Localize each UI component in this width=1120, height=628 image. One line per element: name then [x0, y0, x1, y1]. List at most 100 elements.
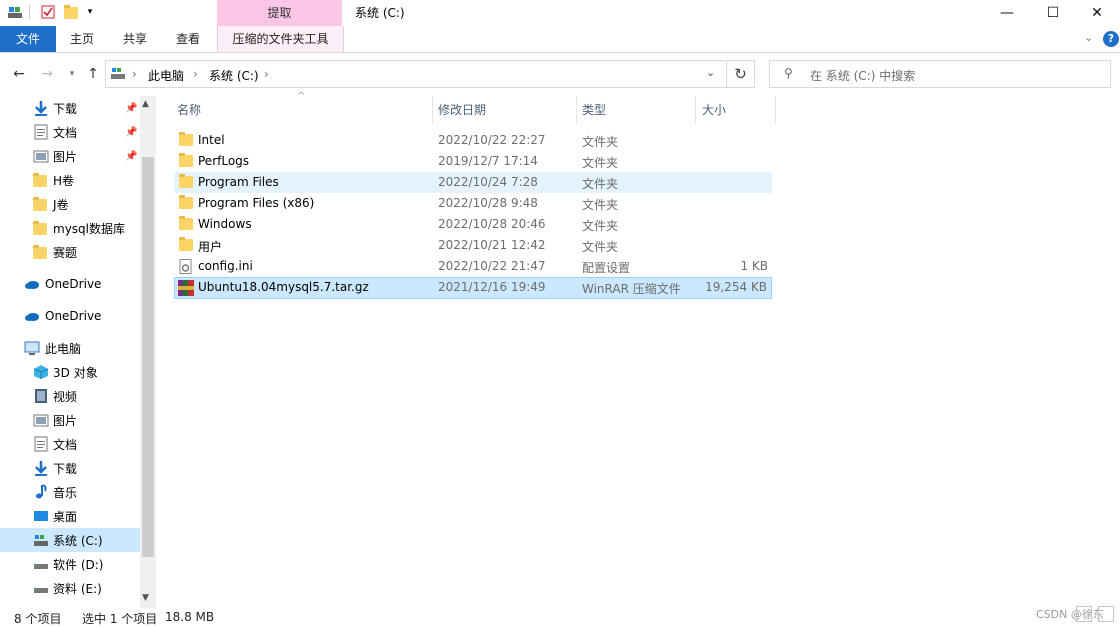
refresh-icon[interactable]: ↻	[727, 60, 755, 88]
nav-item-3d-objects[interactable]: 3D 对象	[0, 360, 140, 384]
breadcrumb-separator-icon: ›	[132, 67, 137, 81]
file-row-config-ini[interactable]: config.ini 2022/10/22 21:47 配置设置 1 KB	[174, 256, 772, 277]
back-arrow-icon[interactable]: ←	[10, 64, 28, 84]
new-folder-icon[interactable]	[63, 4, 79, 20]
onedrive-cloud-icon	[24, 276, 40, 292]
document-icon	[33, 436, 49, 452]
nav-item-documents-pc[interactable]: 文档	[0, 432, 140, 456]
tab-file[interactable]: 文件	[0, 26, 56, 52]
folder-icon	[179, 153, 193, 168]
file-row-intel[interactable]: Intel 2022/10/22 22:27 文件夹	[174, 130, 772, 151]
pin-icon[interactable]: 📌	[125, 103, 137, 114]
config-file-icon	[179, 259, 193, 274]
customize-quick-access-icon[interactable]: ▾	[82, 4, 98, 20]
breadcrumb-system-c[interactable]: 系统 (C:)	[209, 67, 259, 84]
tab-view[interactable]: 查看	[166, 26, 210, 52]
nav-item-desktop[interactable]: 桌面	[0, 504, 140, 528]
nav-item-videos[interactable]: 视频	[0, 384, 140, 408]
status-item-count: 8 个项目	[14, 612, 62, 626]
picture-icon	[33, 148, 49, 164]
nav-item-system-c[interactable]: 系统 (C:)	[0, 528, 140, 552]
up-arrow-icon[interactable]: ↑	[84, 64, 102, 84]
scroll-down-icon[interactable]: ▼	[142, 593, 149, 603]
document-icon	[33, 124, 49, 140]
breadcrumb-separator-icon: ›	[193, 67, 198, 81]
search-icon: ⚲	[784, 66, 793, 80]
file-row-perflogs[interactable]: PerfLogs 2019/12/7 17:14 文件夹	[174, 151, 772, 172]
file-row-windows[interactable]: Windows 2022/10/28 20:46 文件夹	[174, 214, 772, 235]
nav-item-downloads[interactable]: 下载 📌	[0, 96, 140, 120]
nav-item-pictures-pc[interactable]: 图片	[0, 408, 140, 432]
tab-home[interactable]: 主页	[60, 26, 104, 52]
nav-item-mysql-db[interactable]: mysql数据库	[0, 216, 140, 240]
nav-item-onedrive[interactable]: OneDrive	[0, 272, 140, 296]
nav-item-h-volume[interactable]: H卷	[0, 168, 140, 192]
picture-icon	[33, 412, 49, 428]
forward-arrow-icon[interactable]: →	[38, 64, 56, 84]
column-divider[interactable]	[432, 96, 433, 124]
close-button[interactable]: ✕	[1074, 0, 1120, 26]
properties-icon[interactable]	[40, 4, 56, 20]
folder-icon	[33, 172, 49, 188]
nav-item-software-d[interactable]: 软件 (D:)	[0, 552, 140, 576]
title-bar	[0, 0, 1120, 26]
folder-icon	[179, 195, 193, 210]
breadcrumb-separator-icon: ›	[264, 67, 269, 81]
large-icons-view-icon[interactable]	[1098, 606, 1114, 622]
nav-item-music[interactable]: 音乐	[0, 480, 140, 504]
explorer-app-icon[interactable]	[7, 4, 23, 20]
address-dropdown-icon[interactable]: ⌄	[706, 66, 715, 79]
column-header-type[interactable]: 类型	[582, 96, 606, 124]
nav-item-downloads-pc[interactable]: 下载	[0, 456, 140, 480]
column-divider[interactable]	[775, 96, 776, 124]
search-input-placeholder[interactable]: 在 系统 (C:) 中搜索	[810, 67, 915, 84]
context-group-extract: 提取	[217, 0, 342, 26]
onedrive-cloud-icon	[24, 308, 40, 324]
watermark: CSDN @徐东	[1036, 608, 1104, 621]
nav-item-j-volume[interactable]: J卷	[0, 192, 140, 216]
scrollbar-thumb[interactable]	[142, 157, 154, 557]
minimize-button[interactable]: —	[984, 0, 1030, 26]
recent-locations-icon[interactable]: ▾	[63, 64, 81, 84]
drive-icon	[33, 532, 49, 548]
file-row-users[interactable]: 用户 2022/10/21 12:42 文件夹	[174, 235, 772, 256]
column-header-name[interactable]: 名称	[177, 96, 201, 124]
nav-item-this-pc[interactable]: 此电脑	[0, 336, 140, 360]
search-box[interactable]: ⚲ 在 系统 (C:) 中搜索	[769, 60, 1111, 88]
details-view-icon[interactable]	[1076, 606, 1092, 622]
download-icon	[33, 460, 49, 476]
folder-icon	[33, 220, 49, 236]
nav-item-onedrive-2[interactable]: OneDrive	[0, 304, 140, 328]
scroll-up-icon[interactable]: ▲	[142, 99, 149, 109]
tab-compressed-folder-tools[interactable]: 压缩的文件夹工具	[217, 26, 344, 52]
folder-icon	[33, 244, 49, 260]
address-bar[interactable]: › 此电脑 › 系统 (C:) › ⌄	[105, 60, 727, 88]
column-divider[interactable]	[576, 96, 577, 124]
breadcrumb-this-pc[interactable]: 此电脑	[148, 67, 184, 84]
maximize-button[interactable]: ☐	[1030, 0, 1076, 26]
tab-share[interactable]: 共享	[113, 26, 157, 52]
computer-icon	[24, 340, 40, 356]
divider	[29, 5, 30, 19]
pin-icon[interactable]: 📌	[125, 127, 137, 138]
file-row-program-files-x86[interactable]: Program Files (x86) 2022/10/28 9:48 文件夹	[174, 193, 772, 214]
nav-item-documents[interactable]: 文档 📌	[0, 120, 140, 144]
folder-icon	[179, 132, 193, 147]
folder-icon	[179, 237, 193, 252]
nav-item-pictures[interactable]: 图片 📌	[0, 144, 140, 168]
nav-item-data-e[interactable]: 资料 (E:)	[0, 576, 140, 600]
column-header-date[interactable]: 修改日期	[438, 96, 486, 124]
file-row-ubuntu-archive[interactable]: Ubuntu18.04mysql5.7.tar.gz 2021/12/16 19…	[174, 277, 772, 299]
nav-item-contest[interactable]: 赛题	[0, 240, 140, 264]
folder-icon	[179, 216, 193, 231]
column-header-size[interactable]: 大小	[702, 96, 726, 124]
file-row-program-files[interactable]: Program Files 2022/10/24 7:28 文件夹	[174, 172, 772, 193]
column-divider[interactable]	[695, 96, 696, 124]
pin-icon[interactable]: 📌	[125, 151, 137, 162]
desktop-icon	[33, 508, 49, 524]
drive-icon	[33, 580, 49, 596]
video-icon	[33, 388, 49, 404]
help-icon[interactable]: ?	[1103, 31, 1119, 47]
status-selection: 选中 1 个项目	[82, 612, 158, 626]
expand-ribbon-icon[interactable]: ⌄	[1084, 31, 1093, 44]
